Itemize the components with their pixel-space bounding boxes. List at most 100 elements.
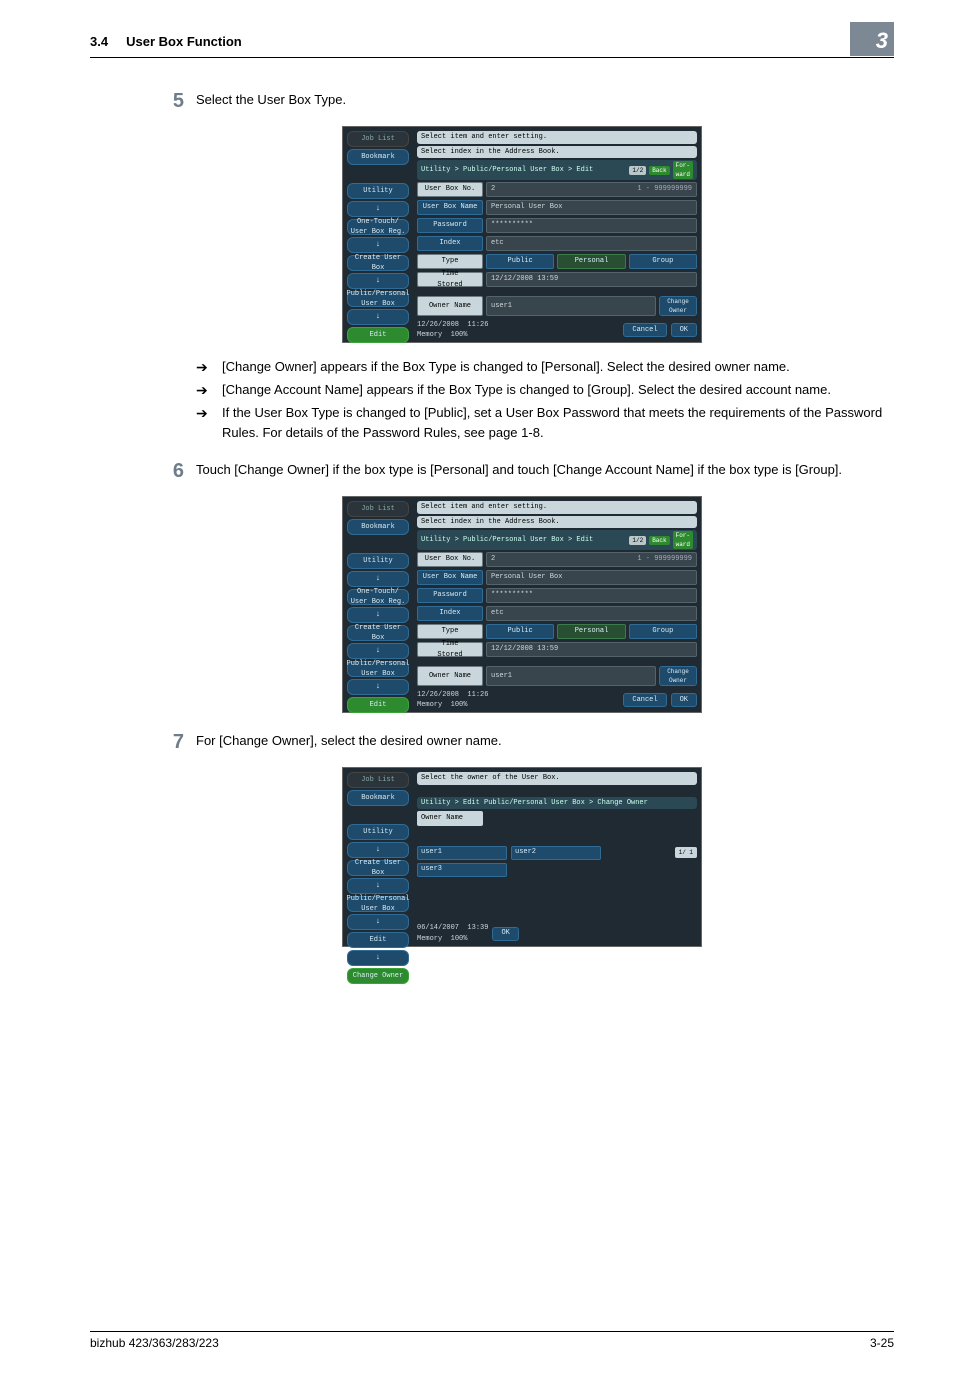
userboxno-value: 21 - 999999999 (486, 182, 697, 197)
ownername-value: user1 (486, 296, 656, 316)
type-personal-button[interactable]: Personal (557, 254, 625, 269)
user-option[interactable]: user3 (417, 863, 507, 877)
ok-button[interactable]: OK (671, 323, 697, 337)
password-button[interactable]: Password (417, 218, 483, 233)
userboxname-button[interactable]: User Box Name (417, 570, 483, 585)
arrow-down-icon (347, 309, 409, 325)
ownername-header: Owner Name (417, 811, 483, 826)
userboxno-label: User Box No. (417, 182, 483, 197)
page-footer: bizhub 423/363/283/223 3-25 (90, 1331, 894, 1350)
time-value: 12/12/2008 13:59 (486, 272, 697, 287)
instruction-text2: Select index in the Address Book. (417, 146, 697, 159)
type-group-button[interactable]: Group (629, 254, 697, 269)
type-public-button[interactable]: Public (486, 254, 554, 269)
onetouch-button[interactable]: One-Touch/ User Box Reg. (347, 219, 409, 235)
screenshot-panel-edit-box-2: Job List Bookmark Utility One-Touch/ Use… (342, 496, 702, 713)
joblist-button[interactable]: Job List (347, 501, 409, 517)
time-value: 12/12/2008 13:59 (486, 642, 697, 657)
bookmark-button[interactable]: Bookmark (347, 519, 409, 535)
type-public-button[interactable]: Public (486, 624, 554, 639)
page-indicator: 1/2 (629, 166, 646, 175)
user-option[interactable]: user2 (511, 846, 601, 860)
back-button[interactable]: Back (649, 166, 669, 175)
userboxname-value: Personal User Box (486, 570, 697, 585)
utility-button[interactable]: Utility (347, 553, 409, 569)
password-value: ********** (486, 218, 697, 233)
step-text: Select the User Box Type. (196, 86, 884, 116)
create-userbox-button[interactable]: Create User Box (347, 625, 409, 641)
chapter-badge: 3 (850, 22, 894, 56)
change-owner-button[interactable]: Change Owner (347, 968, 409, 984)
instruction-text2: Select index in the Address Book. (417, 516, 697, 529)
bookmark-button[interactable]: Bookmark (347, 149, 409, 165)
joblist-button[interactable]: Job List (347, 772, 409, 788)
arrow-down-icon (347, 201, 409, 217)
section-number: 3.4 (90, 34, 108, 49)
ok-button[interactable]: OK (492, 927, 518, 941)
instruction-text: Select item and enter setting. (417, 131, 697, 144)
arrow-right-icon: ➔ (196, 357, 222, 378)
password-button[interactable]: Password (417, 588, 483, 603)
step-number: 7 (160, 727, 196, 757)
userboxname-value: Personal User Box (486, 200, 697, 215)
public-personal-button[interactable]: Public/Personal User Box (347, 661, 409, 677)
change-owner-button[interactable]: Change Owner (659, 296, 697, 316)
arrow-down-icon (347, 643, 409, 659)
index-value: etc (486, 606, 697, 621)
page-indicator: 1/ 1 (675, 847, 697, 858)
forward-button[interactable]: For- ward (673, 531, 693, 549)
arrow-down-icon (347, 950, 409, 966)
forward-button[interactable]: For- ward (673, 161, 693, 179)
index-value: etc (486, 236, 697, 251)
type-personal-button[interactable]: Personal (557, 624, 625, 639)
arrow-down-icon (347, 914, 409, 930)
public-personal-button[interactable]: Public/Personal User Box (347, 291, 409, 307)
arrow-down-icon (347, 679, 409, 695)
arrow-down-icon (347, 878, 409, 894)
user-option[interactable]: user1 (417, 846, 507, 860)
userboxno-value: 21 - 999999999 (486, 552, 697, 567)
footer-datetime: 12/26/2008 11:26Memory 100% (417, 320, 488, 341)
breadcrumb: Utility > Public/Personal User Box > Edi… (417, 160, 697, 180)
step-number: 5 (160, 86, 196, 116)
step-6: 6 Touch [Change Owner] if the box type i… (160, 456, 884, 486)
cancel-button[interactable]: Cancel (623, 693, 666, 707)
footer-datetime: 06/14/2007 13:39Memory 100% (417, 923, 488, 944)
step-7: 7 For [Change Owner], select the desired… (160, 727, 884, 757)
edit-button[interactable]: Edit (347, 932, 409, 948)
create-userbox-button[interactable]: Create User Box (347, 860, 409, 876)
cancel-button[interactable]: Cancel (623, 323, 666, 337)
step-text: For [Change Owner], select the desired o… (196, 727, 884, 757)
utility-button[interactable]: Utility (347, 183, 409, 199)
index-button[interactable]: Index (417, 236, 483, 251)
breadcrumb: Utility > Edit Public/Personal User Box … (417, 797, 697, 810)
userboxname-button[interactable]: User Box Name (417, 200, 483, 215)
breadcrumb: Utility > Public/Personal User Box > Edi… (417, 530, 697, 550)
utility-button[interactable]: Utility (347, 824, 409, 840)
create-userbox-button[interactable]: Create User Box (347, 255, 409, 271)
type-group-button[interactable]: Group (629, 624, 697, 639)
bookmark-button[interactable]: Bookmark (347, 790, 409, 806)
index-button[interactable]: Index (417, 606, 483, 621)
arrow-down-icon (347, 571, 409, 587)
time-label: Time Stored (417, 642, 483, 657)
change-owner-button[interactable]: Change Owner (659, 666, 697, 686)
arrow-right-icon: ➔ (196, 380, 222, 401)
edit-button[interactable]: Edit (347, 697, 409, 713)
note-1: ➔[Change Owner] appears if the Box Type … (196, 357, 884, 378)
step-number: 6 (160, 456, 196, 486)
joblist-button[interactable]: Job List (347, 131, 409, 147)
arrow-down-icon (347, 273, 409, 289)
back-button[interactable]: Back (649, 536, 669, 545)
edit-button[interactable]: Edit (347, 327, 409, 343)
screenshot-panel-edit-box-1: Job List Bookmark Utility One-Touch/ Use… (342, 126, 702, 343)
public-personal-button[interactable]: Public/Personal User Box (347, 896, 409, 912)
ok-button[interactable]: OK (671, 693, 697, 707)
step-5: 5 Select the User Box Type. (160, 86, 884, 116)
password-value: ********** (486, 588, 697, 603)
screenshot-panel-change-owner: Job List Bookmark Utility Create User Bo… (342, 767, 702, 947)
type-label: Type (417, 254, 483, 269)
onetouch-button[interactable]: One-Touch/ User Box Reg. (347, 589, 409, 605)
ownername-label: Owner Name (417, 296, 483, 316)
note-3: ➔If the User Box Type is changed to [Pub… (196, 403, 884, 442)
